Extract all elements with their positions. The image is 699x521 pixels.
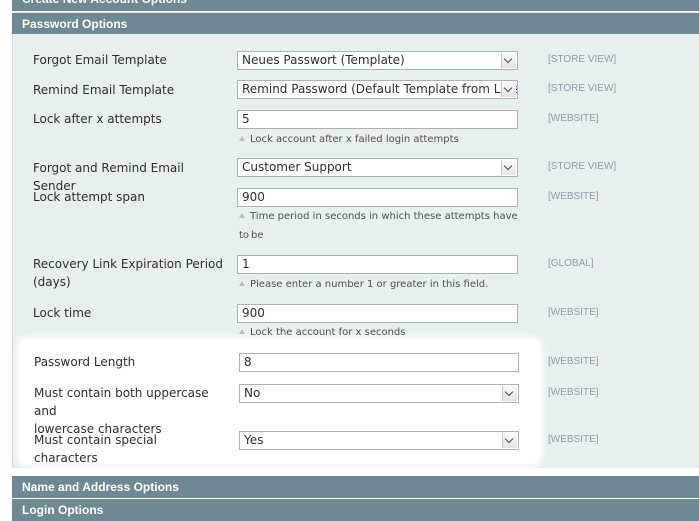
- note-arrow-icon: [239, 281, 245, 286]
- remind-template-select[interactable]: Remind Password (Default Template from L…: [237, 80, 518, 99]
- upper-lower-value: No: [244, 386, 261, 400]
- recovery-scope: [GLOBAL]: [548, 258, 594, 269]
- chevron-down-icon[interactable]: [501, 82, 516, 97]
- forgot-template-value: Neues Passwort (Template): [242, 53, 405, 67]
- recovery-note: Please enter a number 1 or greater in th…: [239, 275, 524, 294]
- note-arrow-icon: [239, 136, 245, 141]
- forgot-template-select[interactable]: Neues Passwort (Template): [237, 51, 518, 70]
- chevron-down-icon[interactable]: [501, 53, 516, 68]
- chevron-down-icon[interactable]: [501, 160, 516, 175]
- special-chars-label: Must contain special characters: [34, 433, 157, 465]
- lock-time-input[interactable]: 900: [237, 304, 518, 323]
- section-header-name-address[interactable]: Name and Address Options: [12, 476, 699, 498]
- section-header-create-account[interactable]: Create New Account Options: [12, 0, 699, 11]
- forgot-template-scope: [STORE VIEW]: [548, 54, 617, 65]
- lock-span-input[interactable]: 900: [237, 188, 518, 207]
- special-chars-scope: [WEBSITE]: [548, 434, 599, 445]
- remind-template-scope: [STORE VIEW]: [548, 83, 617, 94]
- chevron-down-icon[interactable]: [502, 433, 517, 448]
- forgot-template-label: Forgot Email Template: [33, 53, 167, 67]
- lock-time-label: Lock time: [33, 306, 92, 320]
- lock-time-note: Lock the account for x seconds: [239, 323, 524, 342]
- section-header-login-options[interactable]: Login Options: [12, 499, 699, 521]
- remind-template-value: Remind Password (Default Template from L…: [242, 82, 518, 96]
- lock-time-scope: [WEBSITE]: [548, 307, 599, 318]
- remind-template-label: Remind Email Template: [33, 83, 175, 97]
- recovery-label: Recovery Link Expiration Period (days): [33, 257, 223, 289]
- special-chars-select[interactable]: Yes: [239, 431, 519, 450]
- upper-lower-select[interactable]: No: [239, 384, 519, 403]
- note-arrow-icon: [239, 329, 245, 334]
- special-chars-value: Yes: [244, 433, 264, 447]
- section-header-password-options[interactable]: Password Options: [12, 12, 699, 34]
- lock-span-note-cont: be: [251, 230, 264, 241]
- sender-value: Customer Support: [242, 160, 352, 174]
- password-length-label: Password Length: [34, 355, 136, 369]
- lock-attempts-note: Lock account after x failed login attemp…: [239, 130, 524, 149]
- sender-select[interactable]: Customer Support: [237, 158, 518, 177]
- lock-attempts-scope: [WEBSITE]: [548, 113, 599, 124]
- upper-lower-label: Must contain both uppercase and lowercase…: [34, 386, 209, 436]
- sender-scope: [STORE VIEW]: [548, 161, 617, 172]
- lock-attempts-input[interactable]: 5: [237, 110, 518, 129]
- password-length-input[interactable]: 8: [239, 353, 519, 372]
- upper-lower-scope: [WEBSITE]: [548, 387, 599, 398]
- lock-attempts-label: Lock after x attempts: [33, 112, 162, 126]
- note-arrow-icon: [239, 213, 245, 218]
- chevron-down-icon[interactable]: [502, 386, 517, 401]
- password-length-scope: [WEBSITE]: [548, 356, 599, 367]
- lock-span-scope: [WEBSITE]: [548, 191, 599, 202]
- lock-span-label: Lock attempt span: [33, 190, 145, 204]
- recovery-input[interactable]: 1: [237, 255, 518, 274]
